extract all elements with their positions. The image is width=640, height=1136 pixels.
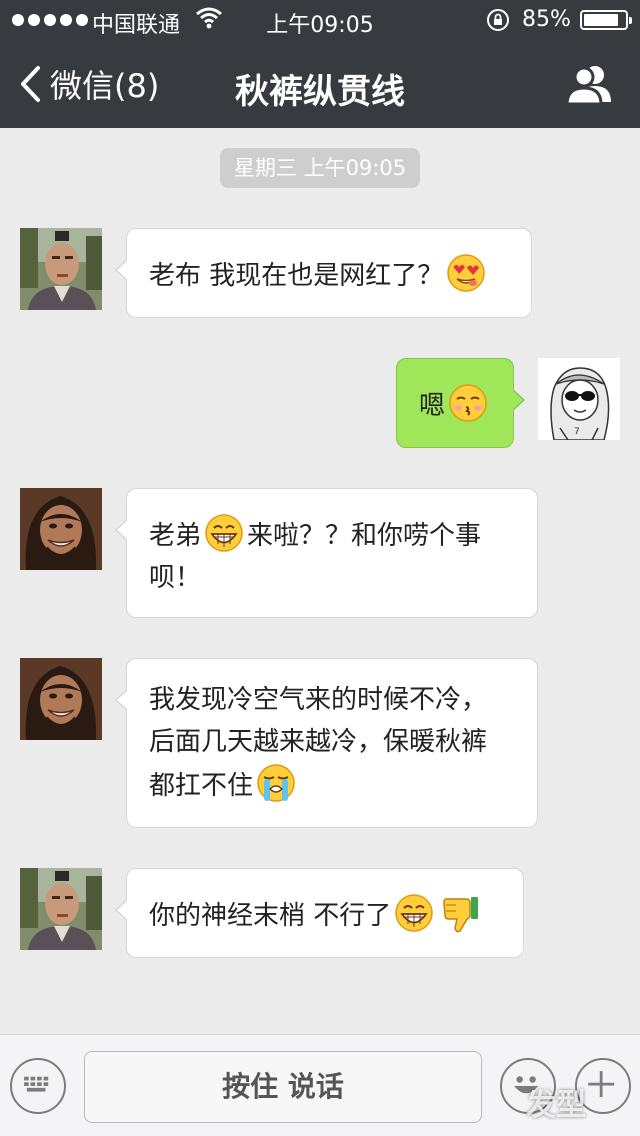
status-bar: 中国联通 上午09:05 85% — [0, 0, 640, 40]
message-text-line: 都扛不住 — [149, 771, 254, 801]
message-bubble[interactable]: 我发现冷空气来的时候不冷， 后面几天越来越冷，保暖秋裤 都扛不住 — [115, 658, 538, 828]
thumbs-down-emoji-icon — [443, 897, 479, 933]
chat-area[interactable]: 星期三 上午09:05 老布 我现在也是网红了？ 7 嗯 老弟 来啦？？和你唠个… — [0, 128, 640, 1034]
battery-level — [584, 14, 618, 26]
message-text-part: 老弟 — [149, 521, 202, 551]
hold-to-talk-button[interactable]: 按住 说话 — [84, 1051, 482, 1123]
bald-man-avatar[interactable] — [20, 228, 102, 310]
kiss-emoji-icon — [449, 384, 487, 422]
crying-emoji-icon — [257, 764, 295, 802]
svg-text:7: 7 — [574, 427, 580, 437]
timestamp-chip: 星期三 上午09:05 — [220, 148, 420, 188]
grin-emoji-icon — [205, 514, 243, 552]
longhair-man-avatar[interactable] — [20, 488, 102, 570]
message-text: 老布 我现在也是网红了？ — [149, 261, 444, 291]
heart-eyes-emoji-icon — [447, 254, 486, 292]
watermark-logo: 发型 — [526, 1088, 586, 1123]
cartoon-sunglasses-avatar[interactable]: 7 — [538, 358, 620, 440]
message-bubble[interactable]: 老布 我现在也是网红了？ — [115, 228, 532, 318]
longhair-man-avatar[interactable] — [20, 658, 102, 740]
message-text-part: 来啦？？和你唠个事 — [247, 521, 482, 551]
battery-percentage: 85% — [522, 7, 571, 32]
keyboard-toggle-button[interactable] — [10, 1058, 66, 1114]
message-text-line: 我发现冷空气来的时候不冷， — [149, 685, 488, 715]
battery-icon — [580, 10, 632, 30]
message-text-part: 呗！ — [149, 563, 202, 593]
message-bubble[interactable]: 你的神经末梢 不行了 — [115, 868, 524, 958]
group-members-icon[interactable] — [564, 62, 614, 106]
grin-emoji-icon — [395, 894, 434, 932]
rotation-lock-icon — [487, 9, 509, 31]
message-text-line: 后面几天越来越冷，保暖秋裤 — [149, 727, 488, 757]
chat-title: 秋裤纵贯线 — [235, 72, 405, 112]
navigation-bar: 微信(8) 秋裤纵贯线 — [0, 40, 640, 128]
message-text: 你的神经末梢 不行了 — [149, 901, 392, 931]
keyboard-icon — [24, 1076, 49, 1092]
message-text: 嗯 — [419, 391, 446, 421]
bald-man-avatar[interactable] — [20, 868, 102, 950]
top-bar: 中国联通 上午09:05 85% 微信(8) 秋裤纵贯线 — [0, 0, 640, 128]
message-bubble-self[interactable]: 嗯 — [396, 358, 525, 448]
message-bubble[interactable]: 老弟 来啦？？和你唠个事 呗！ — [115, 488, 538, 618]
